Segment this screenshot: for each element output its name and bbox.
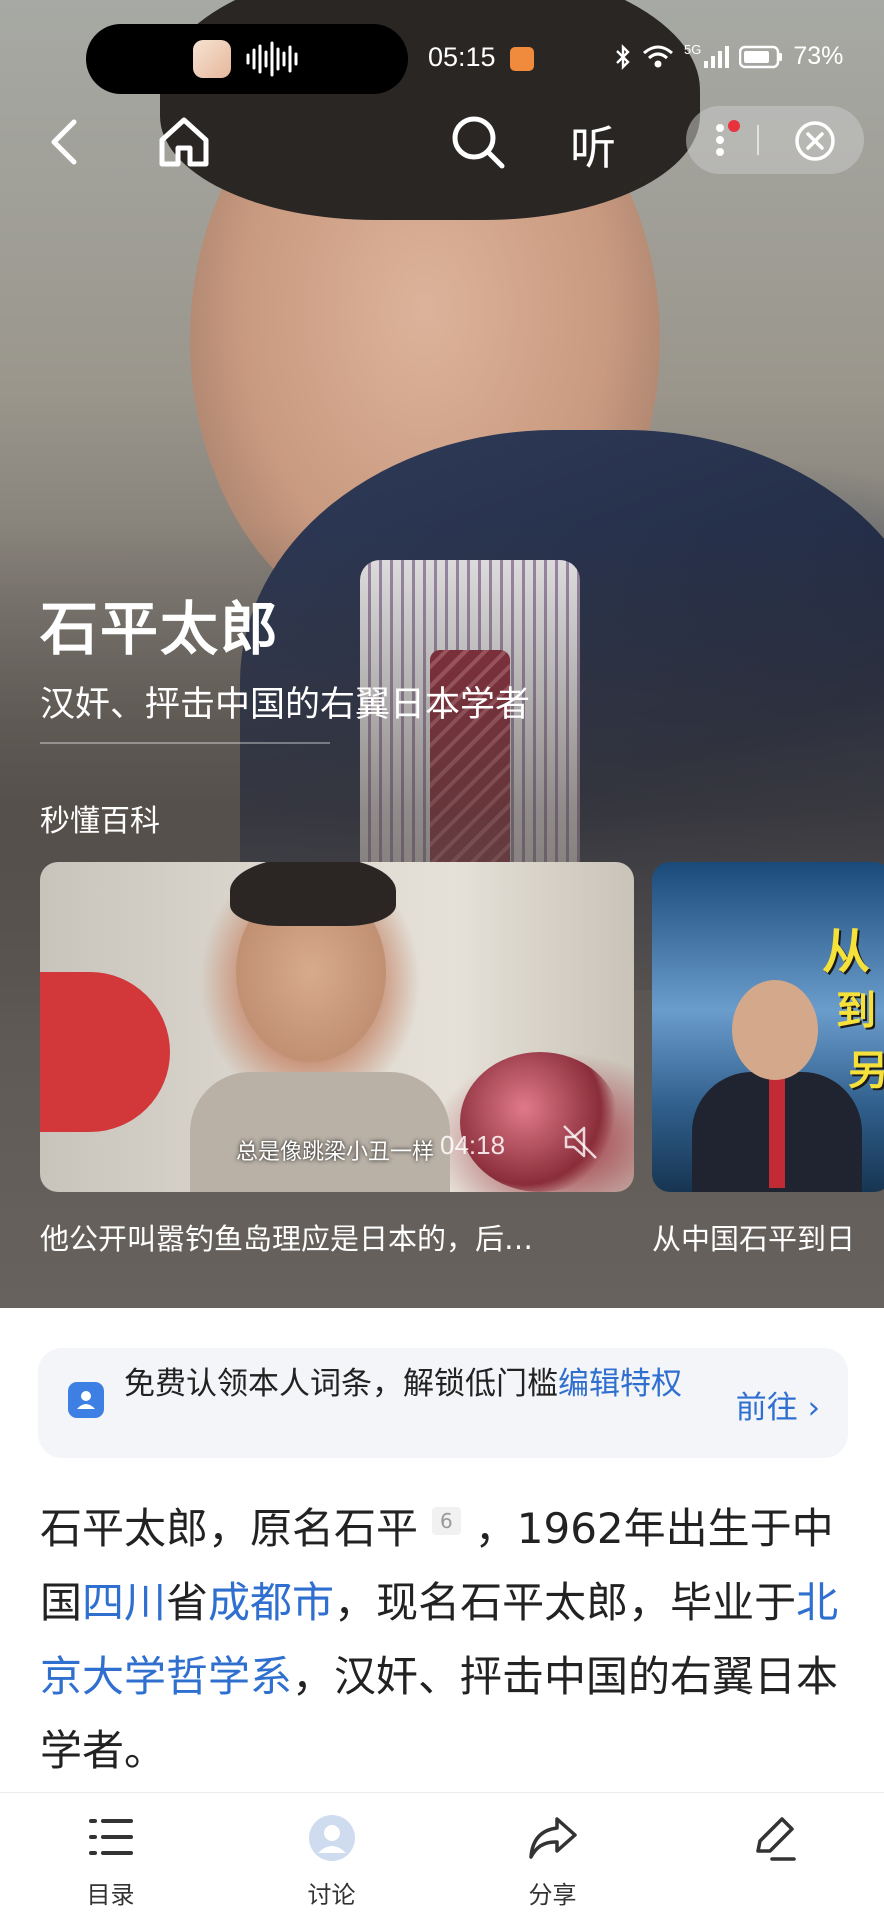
intro-text: 省 [166, 1578, 209, 1627]
hero-header: 05:15 5G 73% 听 石平太郎 汉奸、抨击中国的右翼日本学者 秒懂百科 … [0, 0, 884, 1308]
video-duration: 04:18 [440, 1130, 506, 1160]
edit-privilege-link[interactable]: 编辑特权 [558, 1366, 682, 1402]
battery-icon [739, 45, 783, 68]
video-card-thumbnail[interactable]: 从 到 另 [652, 862, 884, 1192]
share-icon [528, 1817, 577, 1859]
home-icon[interactable] [154, 112, 214, 172]
tab-edit[interactable] [663, 1793, 884, 1920]
tab-discussion[interactable]: 讨论 [221, 1793, 442, 1920]
chengdu-link[interactable]: 成都市 [208, 1578, 334, 1627]
go-button[interactable]: 前往 › [736, 1382, 820, 1427]
app-icon [193, 40, 231, 78]
video-title[interactable]: 他公开叫嚣钓鱼岛理应是日本的，后… [40, 1216, 634, 1258]
signal-icon [704, 45, 730, 68]
section-title: 秒懂百科 [40, 804, 160, 839]
status-time: 05:15 [428, 42, 496, 72]
edit-icon [755, 1817, 796, 1861]
listen-button[interactable]: 听 [570, 112, 616, 178]
profile-card-icon [68, 1382, 104, 1418]
claim-banner-text: 免费认领本人词条，解锁低门槛编辑特权 [124, 1362, 684, 1406]
reference-marker[interactable]: 6 [432, 1507, 461, 1535]
title-divider [40, 742, 330, 744]
more-icon[interactable] [710, 120, 740, 160]
page-subtitle: 汉奸、抨击中国的右翼日本学者 [40, 685, 531, 725]
go-button-label: 前往 [735, 1390, 798, 1426]
claim-entry-banner[interactable]: 免费认领本人词条，解锁低门槛编辑特权 前往 › [38, 1348, 848, 1458]
page-title: 石平太郎 [40, 595, 281, 663]
intro-paragraph: 石平太郎，原名石平 6 ，1962年出生于中国四川省成都市，现名石平太郎，毕业于北京… [40, 1492, 850, 1788]
audio-wave-icon [246, 41, 298, 77]
menu-icon [88, 1819, 133, 1855]
wifi-icon [643, 45, 673, 67]
avatar-icon [308, 1815, 355, 1861]
network-type: 5G [684, 42, 702, 57]
tab-label: 分享 [528, 1881, 577, 1909]
back-icon[interactable] [36, 112, 96, 172]
mute-icon[interactable] [560, 1122, 600, 1162]
search-icon[interactable] [448, 112, 508, 172]
video-card-thumbnail[interactable]: 总是像跳梁小丑一样 04:18 [40, 862, 634, 1192]
thumbnail-overlay-text: 从 [822, 924, 871, 980]
sichuan-link[interactable]: 四川 [82, 1578, 166, 1627]
notification-icon [510, 47, 534, 71]
thumbnail-overlay-text: 另 [848, 1048, 884, 1094]
close-icon[interactable] [794, 120, 836, 162]
claim-banner-label: 免费认领本人词条，解锁低门槛 [124, 1366, 558, 1402]
tab-catalog[interactable]: 目录 [0, 1793, 221, 1920]
tab-share[interactable]: 分享 [442, 1793, 663, 1920]
article-content: 免费认领本人词条，解锁低门槛编辑特权 前往 › 石平太郎，原名石平 6 ，1962年… [0, 1308, 884, 1792]
video-subtitle-caption: 总是像跳梁小丑一样 [236, 1140, 435, 1165]
video-title[interactable]: 从中国石平到日 [652, 1216, 884, 1258]
tab-label: 讨论 [307, 1881, 356, 1909]
chevron-right-icon: › [807, 1390, 820, 1426]
bluetooth-icon [616, 43, 630, 70]
battery-percent: 73% [793, 42, 844, 70]
thumbnail-figure [190, 1072, 450, 1192]
thumbnail-face [732, 980, 818, 1080]
tab-label: 目录 [86, 1881, 135, 1909]
bottom-toolbar: 目录 讨论 分享 [0, 1792, 884, 1920]
thumbnail-overlay-text: 到 [836, 988, 876, 1034]
flag-shape [40, 972, 170, 1132]
capsule-menu [686, 106, 864, 174]
intro-text: 石平太郎，原名石平 [40, 1504, 419, 1553]
thumbnail-tie [769, 1078, 785, 1188]
capsule-divider [757, 125, 759, 155]
thumbnail-hair [230, 862, 396, 926]
intro-text: ，现名石平太郎，毕业于 [334, 1578, 797, 1627]
status-indicators: 5G 73% [614, 42, 843, 71]
